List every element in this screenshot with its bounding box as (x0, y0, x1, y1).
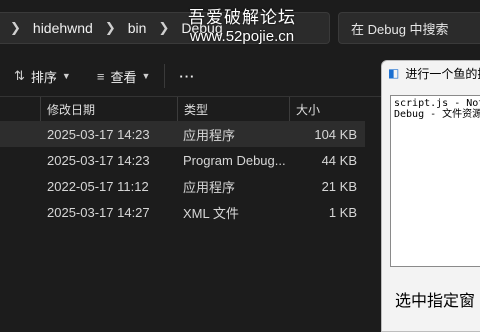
file-type: Program Debug... (183, 152, 286, 168)
breadcrumb-bin[interactable]: bin (126, 20, 149, 36)
view-icon: ≡ (96, 68, 105, 84)
window-list[interactable]: script.js - Note Debug - 文件资源 (390, 95, 480, 267)
more-label: ··· (179, 68, 196, 84)
view-label: 查看 (110, 69, 137, 85)
app-icon: ◧ (388, 66, 400, 80)
search-placeholder: 在 Debug 中搜索 (351, 21, 449, 37)
select-window-label: 选中指定窗 (395, 293, 476, 310)
more-options-button[interactable]: ··· (165, 58, 195, 94)
column-header-type[interactable]: 类型 (177, 97, 289, 121)
sort-button[interactable]: ⇅ 排序 ▼ (0, 58, 85, 94)
chevron-right-icon[interactable]: ❯ (158, 20, 169, 36)
chevron-down-icon: ▼ (141, 71, 151, 81)
chevron-right-icon[interactable]: ❯ (105, 20, 116, 36)
window-list-item[interactable]: Debug - 文件资源 (394, 109, 480, 120)
file-date: 2025-03-17 14:27 (47, 204, 150, 220)
tool-window: ◧ 进行一个鱼的摸 script.js - Note Debug - 文件资源 … (381, 60, 480, 332)
file-size: 21 KB (321, 178, 357, 194)
column-header-date[interactable]: 修改日期 (40, 97, 177, 121)
tool-window-titlebar[interactable]: ◧ 进行一个鱼的摸 (382, 61, 480, 85)
file-row[interactable]: 2022-05-17 11:12 应用程序 21 KB (0, 173, 365, 199)
column-header-size[interactable]: 大小 (289, 97, 363, 121)
file-date: 2025-03-17 14:23 (47, 152, 150, 168)
sort-label: 排序 (30, 69, 57, 85)
file-row[interactable]: 2025-03-17 14:23 Program Debug... 44 KB (0, 147, 365, 173)
sort-icon: ⇅ (14, 68, 25, 83)
watermark-url: www.52pojie.cn (189, 28, 295, 45)
column-header-row: 修改日期 类型 大小 (0, 97, 365, 121)
file-type: 应用程序 (183, 127, 236, 143)
chevron-down-icon: ▼ (61, 71, 71, 81)
view-button[interactable]: ≡ 查看 ▼ (85, 58, 165, 94)
watermark: 吾爱破解论坛 www.52pojie.cn (182, 8, 302, 46)
file-size: 104 KB (314, 126, 357, 142)
file-type: 应用程序 (183, 179, 236, 195)
file-row[interactable]: 2025-03-17 14:23 应用程序 104 KB (0, 121, 365, 147)
chevron-right-icon[interactable]: ❯ (10, 20, 21, 36)
file-date: 2022-05-17 11:12 (47, 178, 149, 194)
file-size: 44 KB (321, 152, 357, 168)
file-type: XML 文件 (183, 205, 239, 221)
breadcrumb-hidehwnd[interactable]: hidehwnd (31, 20, 95, 36)
file-row[interactable]: 2025-03-17 14:27 XML 文件 1 KB (0, 199, 365, 225)
tool-window-title: 进行一个鱼的摸 (405, 66, 480, 81)
file-list: 修改日期 类型 大小 2025-03-17 14:23 应用程序 104 KB 202… (0, 97, 365, 225)
file-size: 1 KB (328, 204, 357, 220)
search-input[interactable]: 在 Debug 中搜索 (338, 12, 480, 44)
watermark-title: 吾爱破解论坛 (188, 8, 296, 27)
window-list-item[interactable]: script.js - Note (394, 98, 480, 109)
file-date: 2025-03-17 14:23 (47, 126, 150, 142)
